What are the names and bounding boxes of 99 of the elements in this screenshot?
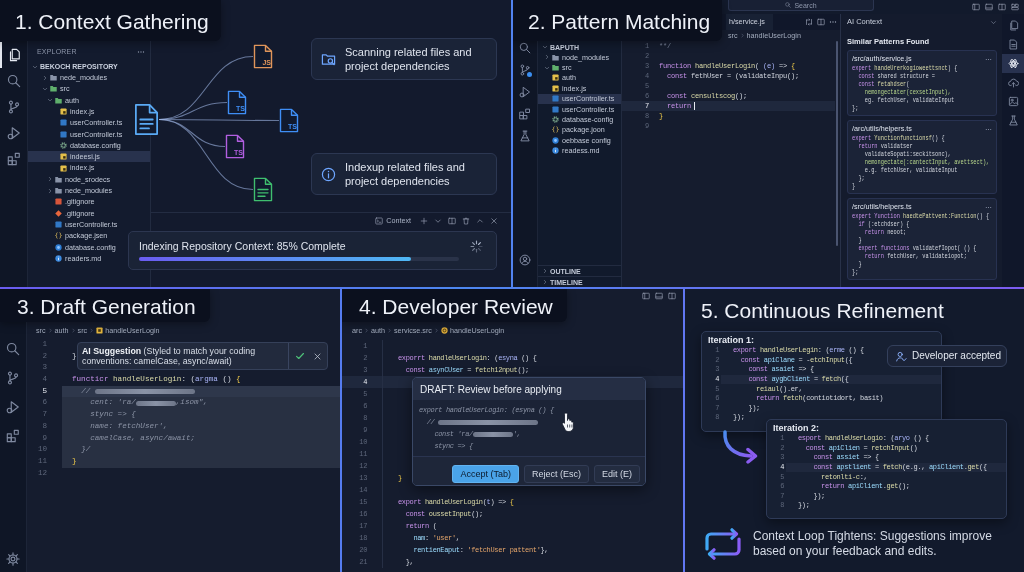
chevron-right-icon [433, 328, 439, 333]
extensions-icon [6, 152, 21, 166]
chevron-down-icon[interactable] [434, 216, 442, 225]
search-icon [6, 74, 21, 88]
image-icon [1007, 96, 1019, 107]
disc-icon [55, 243, 62, 251]
trash-icon[interactable] [462, 216, 470, 225]
square-icon [96, 327, 104, 334]
chevron-up-icon[interactable] [476, 216, 484, 225]
spinner-icon [470, 240, 483, 253]
iteration-title: Iteration 2: [773, 424, 819, 433]
gear-icon [552, 116, 559, 124]
search-icon[interactable] [519, 42, 531, 54]
edit-button[interactable]: Edit (E) [594, 465, 640, 483]
square-icon [55, 198, 62, 206]
folder-search-icon [321, 51, 336, 67]
panel-title: 4. Developer Review [342, 289, 567, 322]
square-icon [60, 108, 67, 116]
layout-icon[interactable] [1011, 3, 1019, 11]
chevron-right-icon [364, 328, 369, 333]
blurred-text [135, 400, 176, 406]
scrollbar-thumb[interactable] [836, 41, 838, 246]
branch-icon [6, 100, 21, 114]
braces-icon [55, 232, 62, 240]
loop-arrows-icon [702, 528, 744, 560]
square-icon [60, 153, 67, 161]
extensions-icon[interactable] [6, 428, 20, 443]
split-editor-icon[interactable] [998, 3, 1006, 11]
gear-icon [60, 141, 67, 149]
braces-icon [552, 126, 559, 134]
info-icon [321, 166, 336, 182]
panel-toggle-icon[interactable] [985, 3, 993, 11]
square-icon [55, 221, 62, 228]
square-icon [60, 164, 67, 172]
square-icon [60, 119, 67, 127]
copy-icon [1007, 20, 1019, 31]
square-icon [552, 105, 559, 113]
progress-label: Indexing Repository Context: 85% Complete [139, 241, 346, 252]
chevron-right-icon [89, 328, 95, 333]
disc-icon [440, 327, 448, 334]
close-icon[interactable] [490, 216, 498, 225]
notification-dot-icon [527, 72, 532, 77]
panel-title: 3. Draft Generation [0, 289, 210, 322]
cloud-upload-icon [1007, 77, 1019, 88]
loop-caption: Context Loop Tightens: Suggestions improve based on your feedback and edits. [753, 529, 993, 559]
hand-cursor-icon [560, 412, 576, 432]
accept-button[interactable]: Accept (Tab) [452, 465, 519, 483]
blurred-text [472, 431, 513, 437]
iteration-title: Iteration 1: [708, 336, 754, 345]
chevron-right-icon [70, 328, 76, 333]
panel-title: 5. Continuous Refinement [701, 299, 944, 322]
file-icon [1007, 39, 1019, 50]
branch-icon[interactable] [6, 370, 20, 385]
suggestion-text: AI Suggestion (Styled to match your coding conventions: camelCase, async/await) [81, 345, 257, 367]
square-icon [552, 84, 559, 92]
extensions-icon[interactable] [519, 108, 531, 120]
square-icon [60, 130, 67, 138]
chevron-right-icon [387, 328, 392, 333]
split-editor-icon[interactable] [448, 216, 456, 225]
knot-icon [1007, 58, 1019, 69]
search-icon [785, 2, 792, 8]
plus-icon[interactable] [420, 216, 428, 225]
flask-icon[interactable] [519, 130, 531, 142]
user-check-icon [896, 350, 907, 362]
diamond-icon [55, 209, 62, 217]
panel-toggle-icon[interactable] [655, 292, 663, 300]
square-icon [552, 95, 559, 103]
settings-icon[interactable] [6, 552, 20, 566]
flask-icon [1007, 115, 1019, 126]
close-icon[interactable] [313, 351, 322, 361]
account-icon[interactable] [519, 254, 531, 266]
info-icon [552, 147, 559, 155]
terminal-icon [375, 216, 384, 225]
disc-icon [552, 136, 559, 144]
check-icon[interactable] [295, 351, 305, 361]
panel-title: 2. Pattern Matching [513, 0, 723, 41]
callout-text: Indexup related files and project dependencies [345, 160, 466, 188]
sidebar-toggle-icon[interactable] [972, 3, 980, 11]
panel-title: 1. Context Gathering [0, 0, 221, 41]
callout-text: Scanning related files and project dependencies [345, 45, 473, 73]
split-editor-icon[interactable] [817, 18, 825, 26]
activity-bar-item[interactable] [1002, 54, 1024, 73]
info-icon [55, 254, 62, 262]
chevron-right-icon [47, 328, 53, 333]
draft-title: DRAFT: Review before applying [413, 378, 645, 400]
branch-icon[interactable] [519, 64, 531, 76]
run-debug-icon[interactable] [6, 399, 20, 414]
split-editor-icon[interactable] [668, 292, 676, 300]
chevron-down-icon[interactable] [990, 18, 997, 26]
reject-button[interactable]: Reject (Esc) [523, 465, 589, 483]
run-debug-icon[interactable] [519, 86, 531, 98]
more-icon[interactable] [829, 18, 837, 26]
search-icon[interactable] [6, 341, 20, 356]
sidebar-toggle-icon[interactable] [642, 292, 650, 300]
status-label: Developer accepted [912, 351, 1001, 361]
compare-icon[interactable] [805, 18, 813, 26]
chevron-right-icon [739, 33, 745, 38]
square-icon [552, 74, 559, 82]
run-debug-icon [6, 126, 21, 140]
